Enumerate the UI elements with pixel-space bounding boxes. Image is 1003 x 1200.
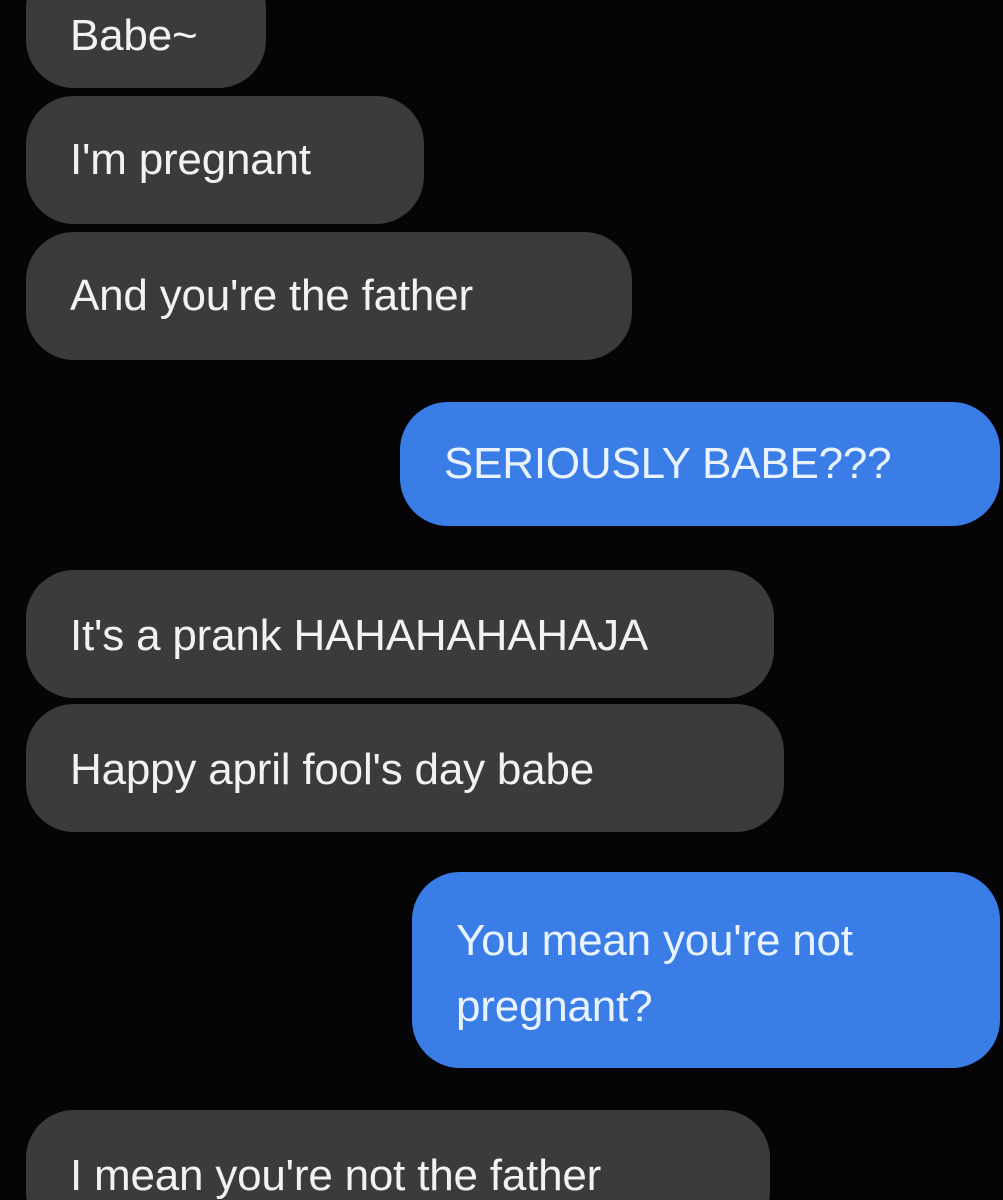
incoming-message-bubble[interactable]: Happy april fool's day babe bbox=[26, 704, 784, 832]
incoming-message-bubble[interactable]: And you're the father bbox=[26, 232, 632, 360]
outgoing-message-bubble[interactable]: SERIOUSLY BABE??? bbox=[400, 402, 1000, 526]
message-text: I mean you're not the father bbox=[70, 1151, 602, 1200]
conversation-thread: Babe~ I'm pregnant And you're the father… bbox=[0, 0, 1003, 1200]
incoming-message-bubble[interactable]: Babe~ bbox=[26, 0, 266, 88]
message-text: Babe~ bbox=[70, 11, 198, 60]
message-text: I'm pregnant bbox=[70, 135, 311, 184]
message-text: You mean you're not pregnant? bbox=[456, 916, 853, 1031]
message-text: And you're the father bbox=[70, 271, 473, 320]
message-text: It's a prank HAHAHAHAHAJA bbox=[70, 611, 649, 660]
message-text: Happy april fool's day babe bbox=[70, 745, 594, 794]
outgoing-message-bubble[interactable]: You mean you're not pregnant? bbox=[412, 872, 1000, 1068]
message-text: SERIOUSLY BABE??? bbox=[444, 439, 892, 488]
incoming-message-bubble[interactable]: I mean you're not the father bbox=[26, 1110, 770, 1200]
incoming-message-bubble[interactable]: It's a prank HAHAHAHAHAJA bbox=[26, 570, 774, 698]
incoming-message-bubble[interactable]: I'm pregnant bbox=[26, 96, 424, 224]
